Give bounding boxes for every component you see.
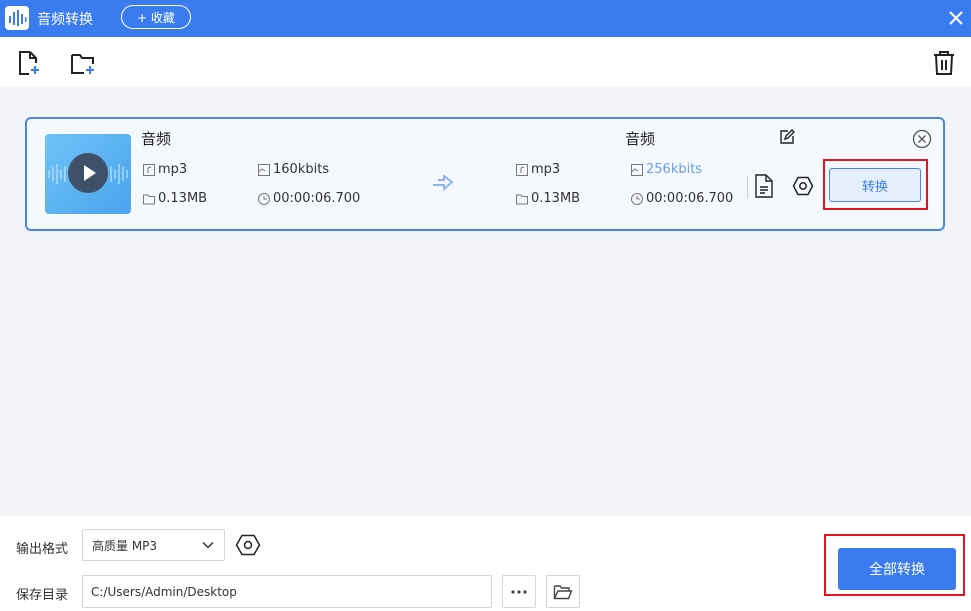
footer-panel: 输出格式 高质量 MP3 保存目录 全部转换 [0,516,971,611]
target-format-value: mp3 [531,162,561,177]
audio-thumbnail [45,134,131,214]
output-format-label: 输出格式 [16,542,69,557]
target-bitrate: 256kbits [630,162,702,177]
target-duration: 00:00:06.700 [630,191,733,206]
source-bitrate-value: 160kbits [273,162,330,177]
source-size-value: 0.13MB [158,191,208,206]
file-item-card: 音频 mp3 160kbits 0.13MB 00:00:06.700 音频 m… [25,117,945,231]
target-size: 0.13MB [515,191,580,206]
convert-arrow-icon [432,174,454,192]
title-bar: 音频转换 + 收藏 [0,0,971,37]
divider [747,176,748,198]
bitrate-icon [631,163,643,176]
save-dir-input[interactable] [82,575,492,608]
target-bitrate-value: 256kbits [646,162,703,177]
music-file-icon [516,163,528,176]
clock-icon [258,192,270,205]
favorite-button[interactable]: + 收藏 [121,5,191,29]
output-format-select[interactable]: 高质量 MP3 [82,529,225,561]
source-format: mp3 [142,162,187,177]
format-settings-icon[interactable] [235,534,261,556]
add-folder-icon[interactable] [69,49,97,77]
target-size-value: 0.13MB [531,191,581,206]
open-folder-button[interactable] [546,575,580,608]
settings-icon[interactable] [792,176,814,200]
save-dir-label: 保存目录 [16,588,69,603]
close-icon[interactable] [944,6,968,30]
chevron-down-icon [202,541,214,549]
folder-icon [516,194,528,204]
play-button[interactable] [68,153,108,193]
target-title: 音频 [625,130,656,148]
source-size: 0.13MB [142,191,207,206]
music-file-icon [143,163,155,176]
add-file-icon[interactable] [16,49,42,77]
clock-icon [631,192,643,205]
bitrate-icon [258,163,270,176]
source-bitrate: 160kbits [257,162,329,177]
target-duration-value: 00:00:06.700 [646,191,734,206]
source-duration-value: 00:00:06.700 [273,191,361,206]
edit-name-icon[interactable] [779,129,795,149]
toolbar [0,37,971,87]
file-info-icon[interactable] [754,174,774,202]
app-title: 音频转换 [37,12,93,28]
trash-icon[interactable] [932,49,956,77]
folder-icon [143,194,155,204]
more-dots-icon [511,589,527,594]
app-logo-icon [5,6,29,30]
source-title: 音频 [141,130,172,148]
convert-all-button[interactable]: 全部转换 [838,548,956,590]
source-duration: 00:00:06.700 [257,191,360,206]
open-folder-icon [553,584,573,599]
remove-item-icon[interactable] [912,129,932,153]
output-format-value: 高质量 MP3 [92,538,158,553]
convert-button[interactable]: 转换 [829,168,921,202]
source-format-value: mp3 [158,162,188,177]
browse-more-button[interactable] [502,575,536,608]
target-format: mp3 [515,162,560,177]
